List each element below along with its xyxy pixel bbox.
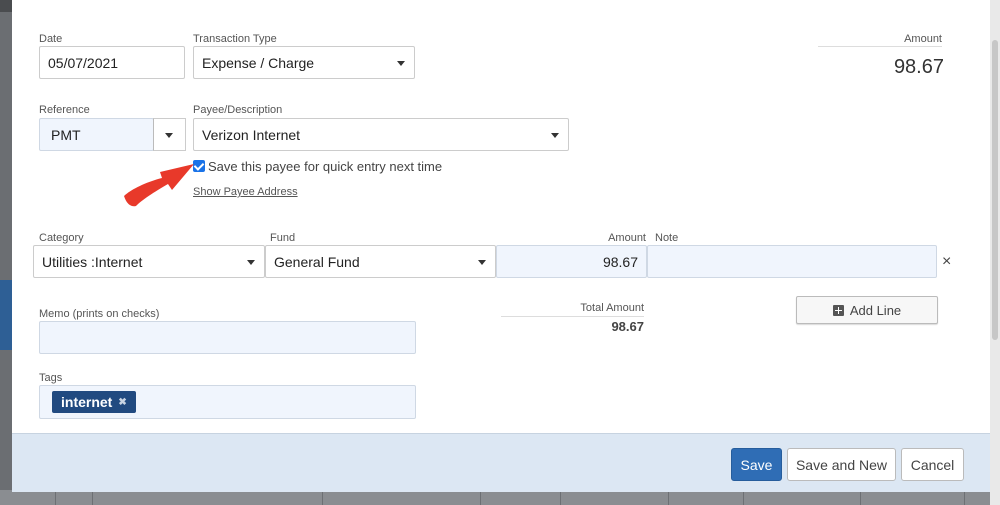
amount-value: 98.67 bbox=[893, 56, 944, 78]
cancel-button[interactable]: Cancel bbox=[901, 448, 964, 481]
tag-chip[interactable]: internet ✖ bbox=[52, 391, 136, 413]
tags-label: Tags bbox=[39, 372, 63, 384]
category-value: Utilities :Internet bbox=[42, 253, 143, 270]
add-line-label: Add Line bbox=[849, 302, 902, 318]
date-label: Date bbox=[39, 33, 63, 45]
payee-value: Verizon Internet bbox=[202, 126, 301, 143]
total-amount-value: 98.67 bbox=[611, 319, 644, 334]
fund-select[interactable]: General Fund bbox=[265, 245, 496, 278]
note-header: Note bbox=[655, 232, 679, 244]
payee-label: Payee/Description bbox=[193, 104, 283, 116]
amount-divider bbox=[818, 46, 942, 47]
memo-label: Memo (prints on checks) bbox=[39, 308, 160, 320]
transaction-type-label: Transaction Type bbox=[193, 33, 277, 45]
category-header: Category bbox=[39, 232, 84, 244]
amount-label: Amount bbox=[904, 33, 942, 45]
fund-header: Fund bbox=[270, 232, 296, 244]
transaction-modal: Date 05/07/2021 Transaction Type Expense… bbox=[12, 0, 990, 492]
reference-value: PMT bbox=[51, 126, 81, 143]
tag-name: internet bbox=[61, 394, 113, 410]
chevron-down-icon bbox=[247, 259, 255, 265]
page-scrollbar[interactable] bbox=[990, 0, 1000, 505]
note-input[interactable] bbox=[647, 245, 937, 278]
reference-label: Reference bbox=[39, 104, 90, 116]
chevron-down-icon bbox=[478, 259, 486, 265]
reference-input[interactable]: PMT bbox=[39, 118, 154, 151]
fund-value: General Fund bbox=[274, 253, 360, 270]
payee-select[interactable]: Verizon Internet bbox=[193, 118, 569, 151]
backdrop-accent-strip bbox=[0, 280, 12, 350]
line-amount-input[interactable]: 98.67 bbox=[496, 245, 647, 278]
save-button[interactable]: Save bbox=[731, 448, 782, 481]
add-line-button[interactable]: Add Line bbox=[796, 296, 938, 324]
transaction-type-select[interactable]: Expense / Charge bbox=[193, 46, 415, 79]
total-amount-label: Total Amount bbox=[580, 302, 644, 314]
date-input[interactable]: 05/07/2021 bbox=[39, 46, 185, 79]
scrollbar-thumb[interactable] bbox=[992, 40, 998, 340]
memo-input[interactable] bbox=[39, 321, 416, 354]
chevron-down-icon bbox=[165, 132, 173, 138]
total-divider bbox=[501, 316, 644, 317]
plus-square-icon bbox=[832, 304, 844, 316]
chevron-down-icon bbox=[397, 60, 405, 66]
reference-dropdown-button[interactable] bbox=[153, 118, 186, 151]
line-amount-header: Amount bbox=[608, 232, 646, 244]
date-value: 05/07/2021 bbox=[48, 54, 119, 71]
annotation-arrow-icon bbox=[124, 164, 194, 207]
remove-line-close-icon[interactable]: × bbox=[942, 253, 951, 271]
category-select[interactable]: Utilities :Internet bbox=[33, 245, 265, 278]
backdrop-table bbox=[0, 490, 1000, 505]
line-amount-value: 98.67 bbox=[602, 253, 638, 270]
chevron-down-icon bbox=[551, 132, 559, 138]
tag-remove-icon[interactable]: ✖ bbox=[118, 397, 126, 408]
modal-footer: Save Save and New Cancel bbox=[12, 433, 990, 492]
save-payee-label[interactable]: Save this payee for quick entry next tim… bbox=[208, 159, 442, 174]
save-and-new-button[interactable]: Save and New bbox=[787, 448, 896, 481]
transaction-type-value: Expense / Charge bbox=[202, 54, 315, 71]
